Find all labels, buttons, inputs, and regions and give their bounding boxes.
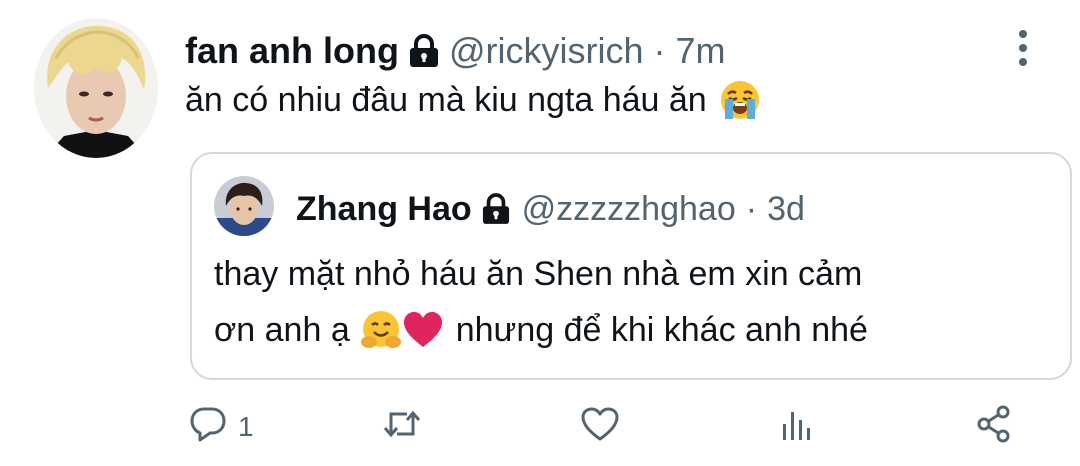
red-heart-icon (402, 309, 444, 351)
reply-icon (188, 404, 228, 449)
timestamp[interactable]: 7m (676, 30, 726, 72)
tweet-text-content: ăn có nhiu đâu mà kiu ngta háu ăn (185, 81, 707, 119)
like-icon (580, 404, 620, 449)
separator-dot: · (653, 30, 666, 71)
quoted-display-name[interactable]: Zhang Hao (296, 190, 472, 229)
analytics-button[interactable] (777, 404, 817, 449)
tweet-header: fan anh long @rickyisrich · 7m (185, 26, 726, 76)
analytics-icon (777, 404, 817, 449)
reply-count: 1 (238, 410, 254, 442)
quoted-avatar (214, 176, 274, 236)
tweet-text: ăn có nhiu đâu mà kiu ngta háu ăn (185, 76, 761, 124)
action-bar: 1 (0, 400, 1080, 450)
display-name[interactable]: fan anh long (185, 30, 399, 72)
quoted-line: ơn anh ạ nhưng để khi khác anh nhé (214, 306, 1054, 354)
avatar[interactable] (34, 18, 158, 158)
retweet-icon (382, 404, 422, 449)
quoted-handle[interactable]: @zzzzzhghao (522, 190, 736, 229)
separator-dot: · (745, 189, 758, 228)
quoted-header: Zhang Hao @zzzzzhghao · 3d (296, 186, 805, 232)
retweet-button[interactable] (382, 404, 422, 449)
lock-icon (482, 193, 510, 225)
reply-button[interactable]: 1 (188, 404, 254, 449)
like-button[interactable] (580, 404, 620, 449)
share-icon (974, 404, 1014, 449)
quoted-timestamp[interactable]: 3d (767, 190, 805, 229)
hugging-face-icon (360, 309, 402, 351)
share-button[interactable] (974, 404, 1014, 449)
quoted-line-2-end: nhưng để khi khác anh nhé (455, 311, 868, 349)
quoted-line-1: thay mặt nhỏ háu ăn Shen nhà em xin cảm (214, 255, 863, 293)
quoted-tweet-card[interactable]: Zhang Hao @zzzzzhghao · 3d thay mặt nhỏ … (190, 152, 1072, 380)
handle[interactable]: @rickyisrich (449, 30, 644, 72)
quoted-text: thay mặt nhỏ háu ăn Shen nhà em xin cảm … (214, 250, 1054, 354)
quoted-line: thay mặt nhỏ háu ăn Shen nhà em xin cảm (214, 250, 1054, 298)
quoted-line-2-start: ơn anh ạ (214, 311, 350, 349)
more-options-icon[interactable] (1008, 26, 1038, 70)
lock-icon (409, 34, 439, 68)
crying-face-icon (719, 79, 761, 121)
